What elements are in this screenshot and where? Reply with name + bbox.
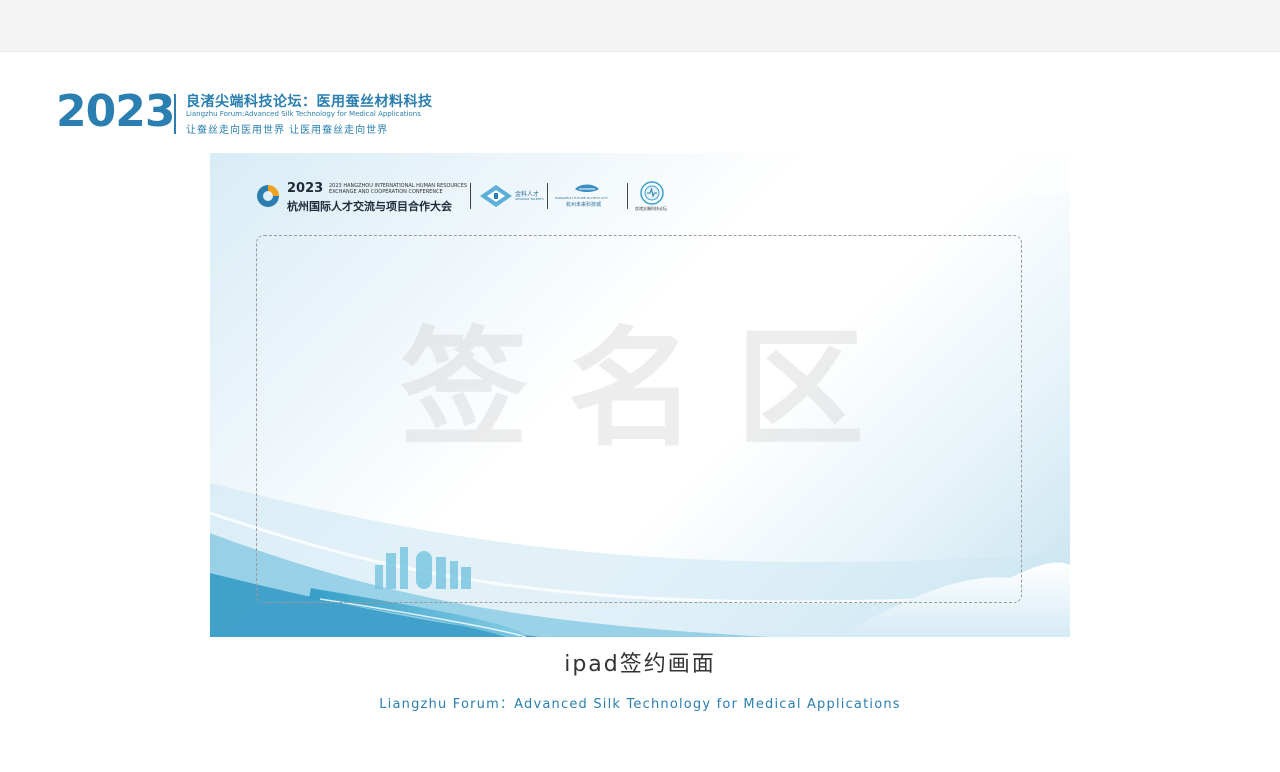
forum-seal-icon	[640, 181, 664, 205]
event-title-en: 2023 HANGZHOU INTERNATIONAL HUMAN RESOUR…	[329, 183, 468, 195]
top-bar	[0, 0, 1280, 52]
conference-logo-icon	[257, 185, 279, 207]
signature-watermark: 签名区	[400, 315, 905, 464]
partner-1-sub: ADVANCE TALENTS	[515, 197, 544, 201]
partner-2-sub: HANGZHOU FUTURE SCI-TECH CITY	[555, 196, 608, 200]
talent-logo-icon	[480, 185, 512, 207]
partner-3-name: 良渚尖端科技论坛	[635, 206, 667, 211]
brand-title-en: Liangzhu Forum:Advanced Silk Technology …	[186, 110, 421, 118]
event-title-cn: 杭州国际人才交流与项目合作大会	[287, 200, 452, 213]
brand-slogan: 让蚕丝走向医用世界 让医用蚕丝走向世界	[186, 125, 389, 136]
page-caption: ipad签约画面	[564, 652, 716, 677]
ipad-signing-screen: 2023 2023 HANGZHOU INTERNATIONAL HUMAN R…	[210, 153, 1070, 637]
logo-divider	[627, 183, 628, 209]
logo-divider	[470, 183, 471, 209]
footer-english-title: Liangzhu Forum：Advanced Silk Technology …	[379, 697, 901, 712]
brand-title-cn: 良渚尖端科技论坛：医用蚕丝材料科技	[186, 94, 433, 110]
brand-divider	[174, 94, 176, 134]
event-year: 2023	[287, 181, 324, 196]
sci-tech-city-logo-icon	[575, 184, 599, 192]
partner-2-name: 杭州未来科技城	[566, 202, 602, 208]
brand-year: 2023	[56, 86, 175, 137]
logo-divider	[547, 183, 548, 209]
forum-brand-header: 2023 良渚尖端科技论坛：医用蚕丝材料科技 Liangzhu Forum:Ad…	[56, 86, 436, 138]
